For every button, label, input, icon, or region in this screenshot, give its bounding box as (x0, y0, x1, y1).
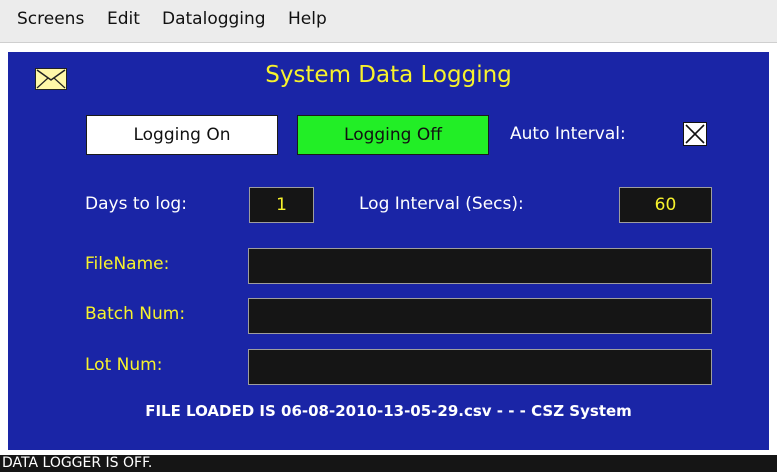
logging-off-button[interactable]: Logging Off (297, 115, 489, 155)
days-to-log-input[interactable]: 1 (249, 187, 314, 223)
batch-num-field[interactable] (248, 298, 712, 334)
menu-datalogging[interactable]: Datalogging (162, 9, 266, 29)
log-interval-label: Log Interval (Secs): (359, 194, 524, 214)
auto-interval-label: Auto Interval: (510, 124, 626, 144)
menu-bar: Screens Edit Datalogging Help (0, 0, 777, 43)
lot-num-label: Lot Num: (85, 355, 163, 375)
status-bar: DATA LOGGER IS OFF. (0, 455, 777, 472)
menu-screens[interactable]: Screens (17, 9, 84, 29)
page-title: System Data Logging (265, 62, 512, 88)
lot-num-field[interactable] (248, 349, 712, 385)
logging-on-button[interactable]: Logging On (86, 115, 278, 155)
filename-field[interactable] (248, 248, 712, 284)
filename-label: FileName: (85, 254, 170, 274)
log-interval-input[interactable]: 60 (619, 187, 712, 223)
file-loaded-message: FILE LOADED IS 06-08-2010-13-05-29.csv -… (145, 402, 632, 420)
auto-interval-checkbox[interactable] (683, 122, 707, 146)
batch-num-label: Batch Num: (85, 304, 186, 324)
menu-help[interactable]: Help (288, 9, 327, 29)
logging-panel: System Data Logging Logging On Logging O… (8, 52, 769, 450)
menu-edit[interactable]: Edit (107, 9, 140, 29)
days-to-log-label: Days to log: (85, 194, 187, 214)
